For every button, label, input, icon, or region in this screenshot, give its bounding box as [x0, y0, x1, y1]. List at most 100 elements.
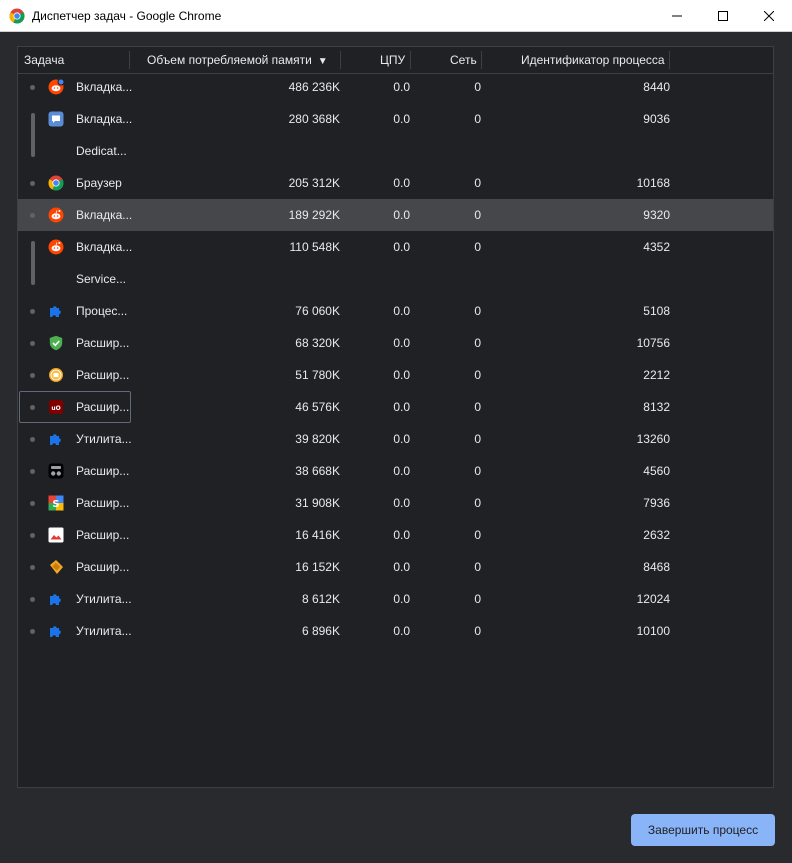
network-value: 0 — [474, 240, 481, 254]
column-header-task[interactable]: Задача — [24, 47, 64, 73]
network-value — [361, 263, 481, 295]
window-title: Диспетчер задач - Google Chrome — [32, 8, 222, 23]
incognito-icon — [48, 463, 64, 479]
puzzle-icon — [48, 431, 64, 447]
maximize-icon — [718, 10, 728, 21]
network-value: 0 — [474, 464, 481, 478]
image-icon — [48, 527, 64, 543]
task-name: Расшир... — [76, 528, 130, 542]
table-row[interactable]: uO Расшир... 46 576K 0.0 0 8132 — [18, 391, 773, 423]
minimize-button[interactable] — [654, 0, 700, 31]
table-row[interactable]: Вкладка... 110 548K 0.0 0 4352 — [18, 231, 773, 263]
pid-value — [550, 135, 670, 167]
table-row[interactable]: Процес... 76 060K 0.0 0 5108 — [18, 295, 773, 327]
end-process-button[interactable]: Завершить процесс — [631, 814, 775, 846]
network-value: 0 — [474, 176, 481, 190]
task-name: Dedicat... — [76, 144, 127, 158]
pid-value: 13260 — [636, 432, 670, 446]
pid-value: 10756 — [636, 336, 670, 350]
table-row[interactable]: Расшир... 16 152K 0.0 0 8468 — [18, 551, 773, 583]
task-name: Расшир... — [76, 368, 130, 382]
task-name: Утилита... — [76, 432, 132, 446]
table-row[interactable]: Расшир... 68 320K 0.0 0 10756 — [18, 327, 773, 359]
process-group-bar — [31, 113, 35, 157]
column-divider[interactable] — [129, 51, 130, 69]
process-dot — [30, 437, 35, 442]
table-row[interactable]: Расшир... 38 668K 0.0 0 4560 — [18, 455, 773, 487]
pid-value: 7936 — [643, 496, 670, 510]
table-row[interactable]: Браузер 205 312K 0.0 0 10168 — [18, 167, 773, 199]
process-dot — [30, 341, 35, 346]
process-dot — [30, 533, 35, 538]
shield-check-icon — [48, 335, 64, 351]
network-value: 0 — [474, 208, 481, 222]
pid-value: 9036 — [643, 112, 670, 126]
table-row[interactable]: S Расшир... 31 908K 0.0 0 7936 — [18, 487, 773, 519]
column-header-cpu[interactable]: ЦПУ — [380, 47, 405, 73]
task-name: Вкладка... — [76, 208, 133, 222]
task-name: Расшир... — [76, 400, 130, 414]
pid-value: 10100 — [636, 624, 670, 638]
network-value: 0 — [474, 112, 481, 126]
network-value: 0 — [474, 496, 481, 510]
process-dot — [30, 629, 35, 634]
network-value: 0 — [474, 592, 481, 606]
table-row[interactable]: Вкладка... 189 292K 0.0 0 9320 — [18, 199, 773, 231]
column-header-memory-label: Объем потребляемой памяти — [147, 53, 312, 67]
task-name: Расшир... — [76, 336, 130, 350]
task-table: Задача Объем потребляемой памяти ▼ ЦПУ Се… — [17, 46, 774, 788]
chrome-icon — [9, 8, 25, 24]
pid-value: 4352 — [643, 240, 670, 254]
reddit-icon — [48, 239, 64, 255]
network-value: 0 — [474, 624, 481, 638]
process-dot — [30, 565, 35, 570]
column-header-memory[interactable]: Объем потребляемой памяти ▼ — [147, 47, 328, 73]
maximize-button[interactable] — [700, 0, 746, 31]
table-row[interactable]: Утилита... 6 896K 0.0 0 10100 — [18, 615, 773, 647]
table-row[interactable]: Утилита... 8 612K 0.0 0 12024 — [18, 583, 773, 615]
pid-value: 4560 — [643, 464, 670, 478]
s-logo-icon: S — [48, 495, 64, 511]
table-row[interactable]: Вкладка... 486 236K 0.0 0 8440 — [18, 71, 773, 103]
chrome-icon — [48, 175, 64, 191]
table-row[interactable]: Вкладка... 280 368K 0.0 0 9036 — [18, 103, 773, 135]
process-dot — [30, 373, 35, 378]
network-value: 0 — [474, 432, 481, 446]
task-name: Утилита... — [76, 624, 132, 638]
network-value: 0 — [474, 336, 481, 350]
process-dot — [30, 181, 35, 186]
task-name: Вкладка... — [76, 80, 133, 94]
column-divider[interactable] — [410, 51, 411, 69]
svg-text:S: S — [52, 499, 59, 510]
column-header-network[interactable]: Сеть — [450, 47, 477, 73]
column-header-pid[interactable]: Идентификатор процесса — [521, 47, 665, 73]
reddit-icon — [48, 207, 64, 223]
column-divider[interactable] — [669, 51, 670, 69]
task-name: Service... — [76, 272, 127, 286]
pid-value: 8132 — [643, 400, 670, 414]
pid-value: 9320 — [643, 208, 670, 222]
table-row[interactable]: Расшир... 51 780K 0.0 0 2212 — [18, 359, 773, 391]
column-divider[interactable] — [481, 51, 482, 69]
window-controls — [654, 0, 792, 31]
network-value: 0 — [474, 560, 481, 574]
tag-icon — [48, 559, 64, 575]
process-dot — [30, 213, 35, 218]
close-button[interactable] — [746, 0, 792, 31]
process-dot — [30, 469, 35, 474]
close-icon — [764, 10, 774, 21]
task-name: Вкладка... — [76, 240, 133, 254]
network-value: 0 — [474, 304, 481, 318]
table-row[interactable]: Dedicat... — [18, 135, 773, 167]
column-divider[interactable] — [340, 51, 341, 69]
title-bar: Диспетчер задач - Google Chrome — [0, 0, 792, 32]
table-row[interactable]: Service... — [18, 263, 773, 295]
puzzle-icon — [48, 591, 64, 607]
pid-value — [550, 263, 670, 295]
coin-icon — [48, 367, 64, 383]
table-row[interactable]: Расшир... 16 416K 0.0 0 2632 — [18, 519, 773, 551]
puzzle-icon — [48, 623, 64, 639]
table-row[interactable]: Утилита... 39 820K 0.0 0 13260 — [18, 423, 773, 455]
process-dot — [30, 309, 35, 314]
pid-value: 8440 — [643, 80, 670, 94]
